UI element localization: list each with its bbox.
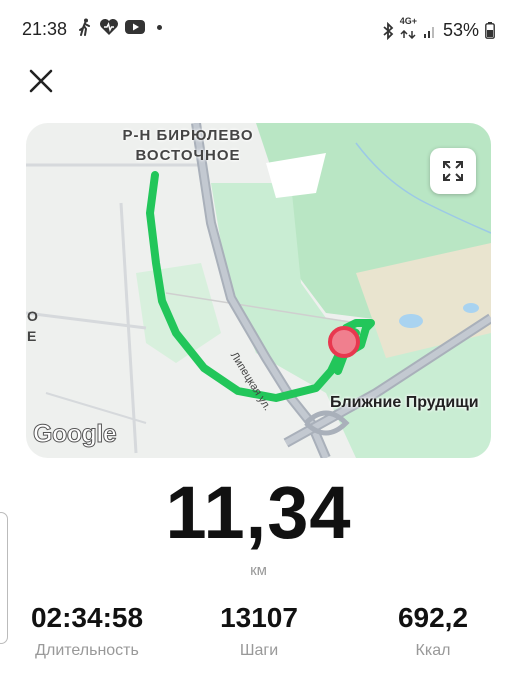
duration-label: Длительность [35,642,139,659]
distance-unit: км [250,562,267,579]
stat-steps: 13107 Шаги [204,602,314,660]
network-type: 4G+ [399,16,417,26]
duration-value: 02:34:58 [30,602,144,633]
status-bar: 21:38 4G+ 53% [0,0,517,60]
steps-value: 13107 [220,602,298,633]
status-notification-icons [77,18,162,36]
stat-duration: 02:34:58 Длительность [22,602,152,660]
battery-percent: 53% [442,20,479,40]
network-indicator: 4G+ [400,17,417,44]
distance-value: 11,34 [165,471,352,554]
status-time: 21:38 [22,19,68,39]
kcal-label: Ккал [415,642,451,659]
close-button[interactable] [26,66,56,96]
walk-icon [79,18,90,36]
stat-kcal: 692,2 Ккал [378,602,488,660]
expand-map-button[interactable] [430,148,476,194]
heart-icon [100,19,118,35]
signal-icon [423,26,434,38]
map-label-edge-2: Е [27,328,37,344]
youtube-icon [125,20,145,34]
more-notifications-dot [157,24,162,30]
map-label-edge-1: О [27,308,38,324]
close-icon [29,69,53,93]
bluetooth-icon [383,21,394,40]
status-system-icons: 4G+ 53% [382,17,495,44]
map-label-suburb: Ближние Прудищи [330,394,479,411]
data-arrows-icon [400,29,416,40]
steps-label: Шаги [239,642,279,659]
battery-icon [485,22,495,39]
kcal-value: 692,2 [397,602,469,633]
expand-icon [443,161,463,181]
google-logo: Google [32,420,117,449]
map-label-district: Р-Н БИРЮЛЕВО ВОСТОЧНОЕ [122,127,254,164]
